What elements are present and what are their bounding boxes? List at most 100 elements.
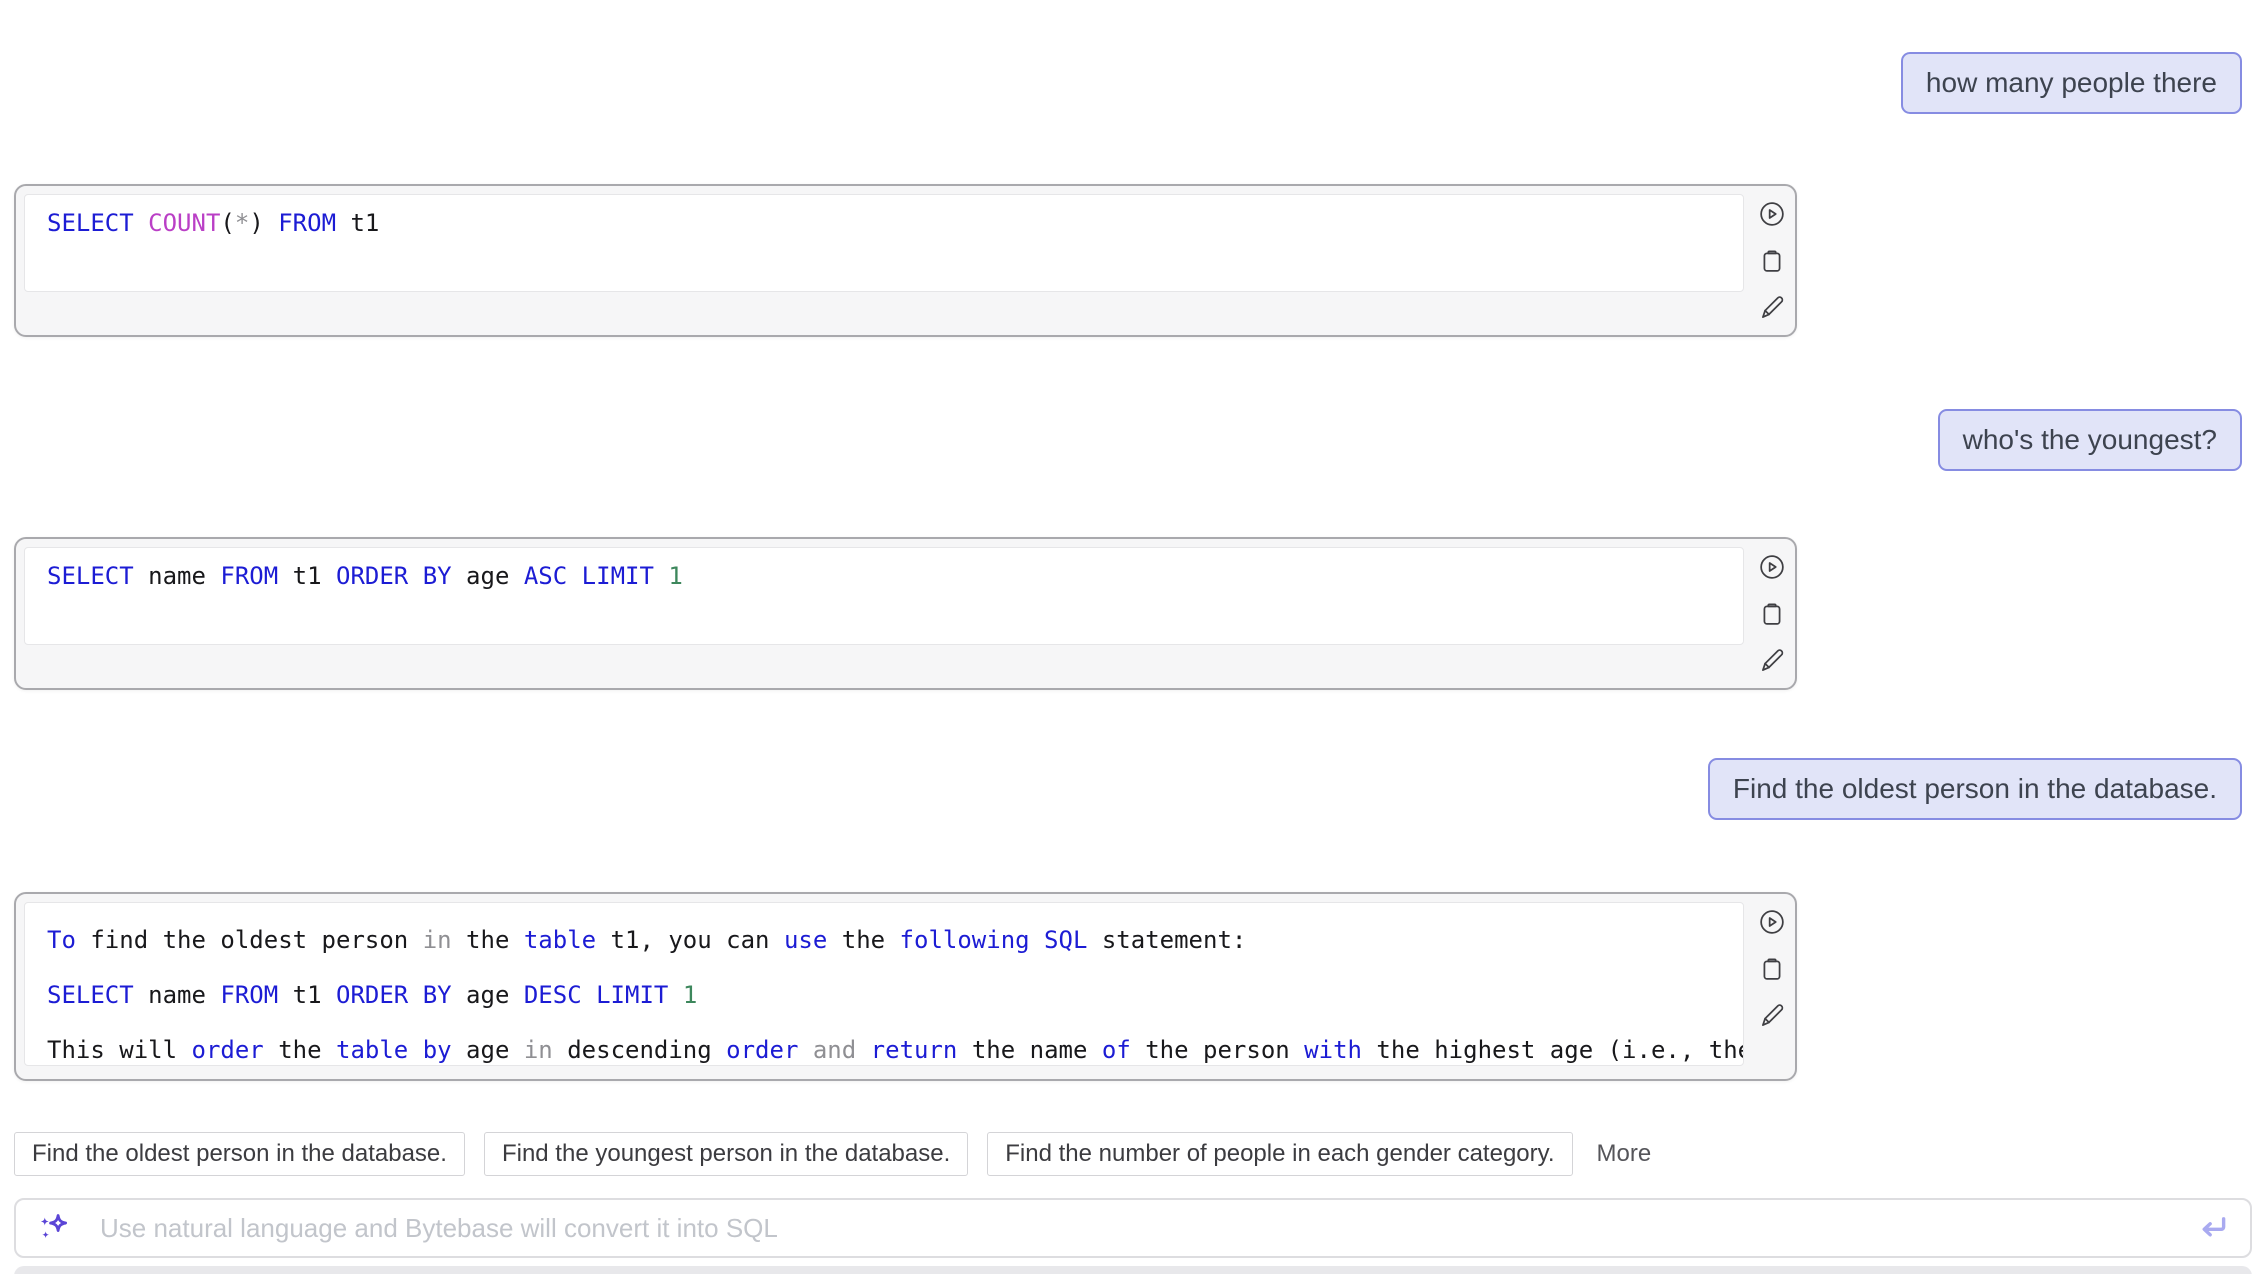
run-query-button[interactable] <box>1757 199 1787 229</box>
copy-button[interactable] <box>1757 599 1787 629</box>
user-message-row: Find the oldest person in the database. <box>0 758 2266 820</box>
code-token: of <box>1102 1036 1131 1064</box>
sql-code-line: SELECT name FROM t1 ORDER BY age ASC LIM… <box>47 558 1721 594</box>
code-token: ORDER <box>336 562 408 590</box>
code-token: age <box>452 981 524 1009</box>
code-token: LIMIT <box>582 562 654 590</box>
code-token <box>134 209 148 237</box>
sql-code-line: This will order the table by age in desc… <box>47 1023 1721 1066</box>
suggestion-row: Find the oldest person in the database. … <box>14 1132 2266 1176</box>
code-token <box>798 1036 812 1064</box>
code-token: * <box>235 209 249 237</box>
code-token: FROM <box>278 209 336 237</box>
code-token <box>668 981 682 1009</box>
code-token: This will <box>47 1036 192 1064</box>
submit-button[interactable] <box>2196 1211 2230 1245</box>
run-query-button[interactable] <box>1757 907 1787 937</box>
code-token: SELECT <box>47 562 134 590</box>
code-token: table <box>336 1036 408 1064</box>
sql-response-block: SELECT COUNT(*) FROM t1 <box>14 184 1797 337</box>
user-message-bubble: how many people there <box>1901 52 2242 114</box>
sql-response-block: To find the oldest person in the table t… <box>14 892 1797 1081</box>
copy-icon <box>1758 955 1786 983</box>
copy-button[interactable] <box>1757 954 1787 984</box>
code-token <box>567 562 581 590</box>
code-token: age <box>452 562 524 590</box>
code-token: return <box>871 1036 958 1064</box>
code-token: SELECT <box>47 981 134 1009</box>
run-query-button[interactable] <box>1757 552 1787 582</box>
code-token: SELECT <box>47 209 134 237</box>
edit-icon <box>1758 294 1786 322</box>
copy-icon <box>1758 247 1786 275</box>
user-message-bubble: Find the oldest person in the database. <box>1708 758 2242 820</box>
edit-icon <box>1758 1002 1786 1030</box>
code-token <box>1030 926 1044 954</box>
code-token <box>654 562 668 590</box>
response-action-bar <box>1757 907 1787 1031</box>
code-token: t1 <box>336 209 379 237</box>
code-token: COUNT <box>148 209 220 237</box>
code-token: t1, you can <box>596 926 784 954</box>
sql-code-line: SELECT COUNT(*) FROM t1 <box>47 205 1721 241</box>
code-token: name <box>134 562 221 590</box>
code-token: order <box>192 1036 264 1064</box>
code-token: with <box>1304 1036 1362 1064</box>
sql-response-block: SELECT name FROM t1 ORDER BY age ASC LIM… <box>14 537 1797 690</box>
code-token: BY <box>423 562 452 590</box>
copy-button[interactable] <box>1757 246 1787 276</box>
more-suggestions-button[interactable]: More <box>1597 1140 1652 1168</box>
code-token: statement: <box>1087 926 1246 954</box>
code-token: DESC <box>524 981 582 1009</box>
code-token: the <box>264 1036 336 1064</box>
code-token: FROM <box>220 562 278 590</box>
code-token: following <box>900 926 1030 954</box>
code-token: FROM <box>220 981 278 1009</box>
code-token: in <box>524 1036 553 1064</box>
code-token: the <box>827 926 899 954</box>
sparkle-ai-icon <box>36 1211 70 1245</box>
sql-code-area: To find the oldest person in the table t… <box>24 902 1744 1066</box>
code-token: by <box>423 1036 452 1064</box>
code-token: the <box>452 926 524 954</box>
code-token: age <box>452 1036 524 1064</box>
code-token <box>408 1036 422 1064</box>
code-token: t1 <box>278 981 336 1009</box>
edit-icon <box>1758 647 1786 675</box>
code-token: the highest age (i.e., the <box>1362 1036 1744 1064</box>
enter-submit-icon <box>2196 1211 2230 1245</box>
code-token: the name <box>957 1036 1102 1064</box>
code-token: name <box>134 981 221 1009</box>
edit-button[interactable] <box>1757 646 1787 676</box>
code-token: descending <box>553 1036 726 1064</box>
sql-code-line: To find the oldest person in the table t… <box>47 913 1721 968</box>
chat-thread: how many people there SELECT COUNT(*) FR… <box>0 52 2266 1081</box>
code-token: ) <box>249 209 278 237</box>
response-action-bar <box>1757 199 1787 323</box>
suggestion-youngest-person[interactable]: Find the youngest person in the database… <box>484 1132 968 1176</box>
edit-button[interactable] <box>1757 1001 1787 1031</box>
user-message-row: who's the youngest? <box>0 409 2266 471</box>
composer <box>14 1198 2252 1258</box>
code-token: BY <box>423 981 452 1009</box>
natural-language-input[interactable] <box>14 1198 2252 1258</box>
code-token: order <box>726 1036 798 1064</box>
sql-code-line: SELECT name FROM t1 ORDER BY age DESC LI… <box>47 968 1721 1023</box>
code-token: ASC <box>524 562 567 590</box>
code-token: table <box>524 926 596 954</box>
run-query-icon <box>1758 553 1786 581</box>
code-token: ( <box>220 209 234 237</box>
response-action-bar <box>1757 552 1787 676</box>
run-query-icon <box>1758 200 1786 228</box>
code-token: use <box>784 926 827 954</box>
sql-code-area: SELECT name FROM t1 ORDER BY age ASC LIM… <box>24 547 1744 645</box>
code-token <box>408 562 422 590</box>
sql-code-area: SELECT COUNT(*) FROM t1 <box>24 194 1744 292</box>
edit-button[interactable] <box>1757 293 1787 323</box>
suggestion-gender-count[interactable]: Find the number of people in each gender… <box>987 1132 1572 1176</box>
suggestion-oldest-person[interactable]: Find the oldest person in the database. <box>14 1132 465 1176</box>
bottom-panel-edge <box>14 1266 2252 1274</box>
user-message-bubble: who's the youngest? <box>1938 409 2242 471</box>
code-token <box>856 1036 870 1064</box>
code-token: SQL <box>1044 926 1087 954</box>
